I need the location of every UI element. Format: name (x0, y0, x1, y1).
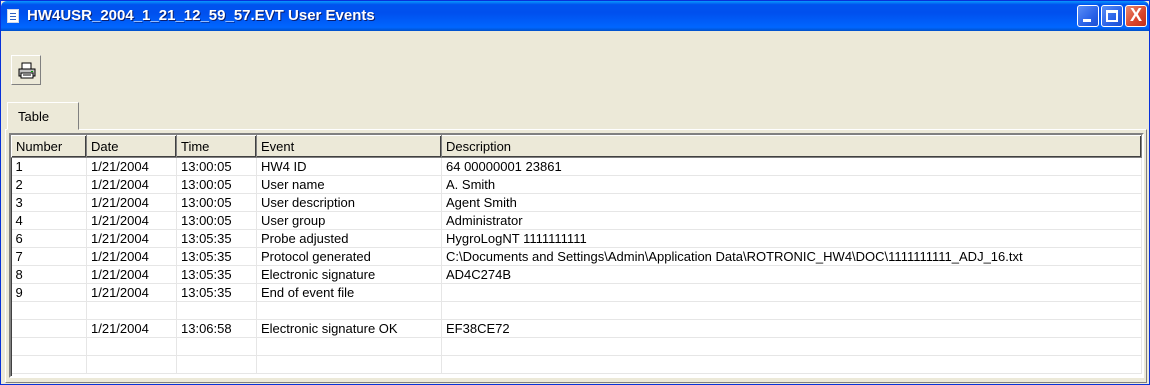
cell-number (11, 355, 87, 374)
table-row[interactable]: 7 1/21/2004 13:05:35 Protocol generated C:\D… (11, 247, 1142, 266)
cell-number: 7 (11, 247, 87, 266)
cell-event: HW4 ID (256, 157, 442, 176)
cell-date: 1/21/2004 (86, 229, 177, 248)
cell-number: 2 (11, 175, 87, 194)
cell-description: HygroLogNT 1111111111 (441, 229, 1142, 248)
cell-description: A. Smith (441, 175, 1142, 194)
cell-time: 13:05:35 (176, 247, 257, 266)
cell-event: Probe adjusted (256, 229, 442, 248)
table-row[interactable]: 3 1/21/2004 13:00:05 User description Agent … (11, 193, 1142, 212)
cell-description: 64 00000001 23861 (441, 157, 1142, 176)
table-row[interactable]: 4 1/21/2004 13:00:05 User group Administrato… (11, 211, 1142, 230)
table-row[interactable] (11, 301, 1142, 320)
cell-description: EF38CE72 (441, 319, 1142, 338)
cell-event (256, 301, 442, 320)
maximize-icon (1106, 10, 1118, 22)
event-viewer-window: HW4USR_2004_1_21_12_59_57.EVT User Event… (0, 0, 1150, 385)
cell-event: Protocol generated (256, 247, 442, 266)
cell-time: 13:05:35 (176, 229, 257, 248)
cell-date: 1/21/2004 (86, 193, 177, 212)
cell-time (176, 337, 257, 356)
cell-date: 1/21/2004 (86, 175, 177, 194)
cell-description: AD4C274B (441, 265, 1142, 284)
table-row[interactable]: 1 1/21/2004 13:00:05 HW4 ID 64 00000001 2386… (11, 157, 1142, 176)
minimize-icon (1083, 19, 1091, 22)
cell-time: 13:00:05 (176, 175, 257, 194)
table-header-row: Number Date Time Event Description (11, 135, 1142, 158)
window-title: HW4USR_2004_1_21_12_59_57.EVT User Event… (27, 7, 375, 24)
cell-description: Agent Smith (441, 193, 1142, 212)
cell-event: Electronic signature (256, 265, 442, 284)
cell-number (11, 301, 87, 320)
cell-description: Administrator (441, 211, 1142, 230)
cell-date: 1/21/2004 (86, 265, 177, 284)
cell-number: 8 (11, 265, 87, 284)
column-header-number[interactable]: Number (11, 135, 87, 158)
title-bar[interactable]: HW4USR_2004_1_21_12_59_57.EVT User Event… (1, 1, 1149, 31)
table-row[interactable]: 9 1/21/2004 13:05:35 End of event file (11, 283, 1142, 302)
cell-number: 6 (11, 229, 87, 248)
cell-description (441, 337, 1142, 356)
printer-icon (18, 62, 36, 79)
table-row[interactable] (11, 337, 1142, 356)
document-icon[interactable] (7, 9, 19, 23)
cell-event (256, 355, 442, 374)
cell-description (441, 283, 1142, 302)
cell-number: 3 (11, 193, 87, 212)
cell-event: End of event file (256, 283, 442, 302)
column-header-date[interactable]: Date (86, 135, 177, 158)
cell-date: 1/21/2004 (86, 157, 177, 176)
cell-event: User name (256, 175, 442, 194)
cell-description (441, 355, 1142, 374)
column-header-time[interactable]: Time (176, 135, 257, 158)
table-row[interactable]: 6 1/21/2004 13:05:35 Probe adjusted HygroLog… (11, 229, 1142, 248)
cell-event: User group (256, 211, 442, 230)
cell-time: 13:05:35 (176, 265, 257, 284)
cell-date (86, 355, 177, 374)
table-row[interactable] (11, 355, 1142, 374)
cell-time (176, 355, 257, 374)
cell-date: 1/21/2004 (86, 319, 177, 338)
column-header-event[interactable]: Event (256, 135, 442, 158)
cell-time: 13:00:05 (176, 193, 257, 212)
cell-date (86, 337, 177, 356)
cell-event: User description (256, 193, 442, 212)
cell-number: 9 (11, 283, 87, 302)
table-row[interactable]: 2 1/21/2004 13:00:05 User name A. Smith (11, 175, 1142, 194)
minimize-button[interactable] (1077, 5, 1099, 27)
cell-description: C:\Documents and Settings\Admin\Applicat… (441, 247, 1142, 266)
cell-time (176, 301, 257, 320)
print-button[interactable] (11, 55, 41, 85)
cell-date: 1/21/2004 (86, 211, 177, 230)
cell-date: 1/21/2004 (86, 283, 177, 302)
cell-time: 13:06:58 (176, 319, 257, 338)
cell-event (256, 337, 442, 356)
close-button[interactable]: X (1125, 5, 1147, 27)
cell-number: 4 (11, 211, 87, 230)
table-row[interactable]: 1/21/2004 13:06:58 Electronic signature OK… (11, 319, 1142, 338)
table-row[interactable]: 8 1/21/2004 13:05:35 Electronic signature AD… (11, 265, 1142, 284)
cell-time: 13:05:35 (176, 283, 257, 302)
cell-number (11, 337, 87, 356)
cell-date: 1/21/2004 (86, 247, 177, 266)
close-icon: X (1129, 5, 1142, 25)
cell-date (86, 301, 177, 320)
cell-number: 1 (11, 157, 87, 176)
column-header-description[interactable]: Description (441, 135, 1142, 158)
cell-time: 13:00:05 (176, 157, 257, 176)
cell-event: Electronic signature OK (256, 319, 442, 338)
cell-number (11, 319, 87, 338)
cell-time: 13:00:05 (176, 211, 257, 230)
tab-table[interactable]: Table (7, 102, 79, 130)
toolbar (4, 31, 1146, 95)
cell-description (441, 301, 1142, 320)
maximize-button[interactable] (1101, 5, 1123, 27)
events-table[interactable]: Number Date Time Event Description 1 1/21… (9, 133, 1144, 378)
